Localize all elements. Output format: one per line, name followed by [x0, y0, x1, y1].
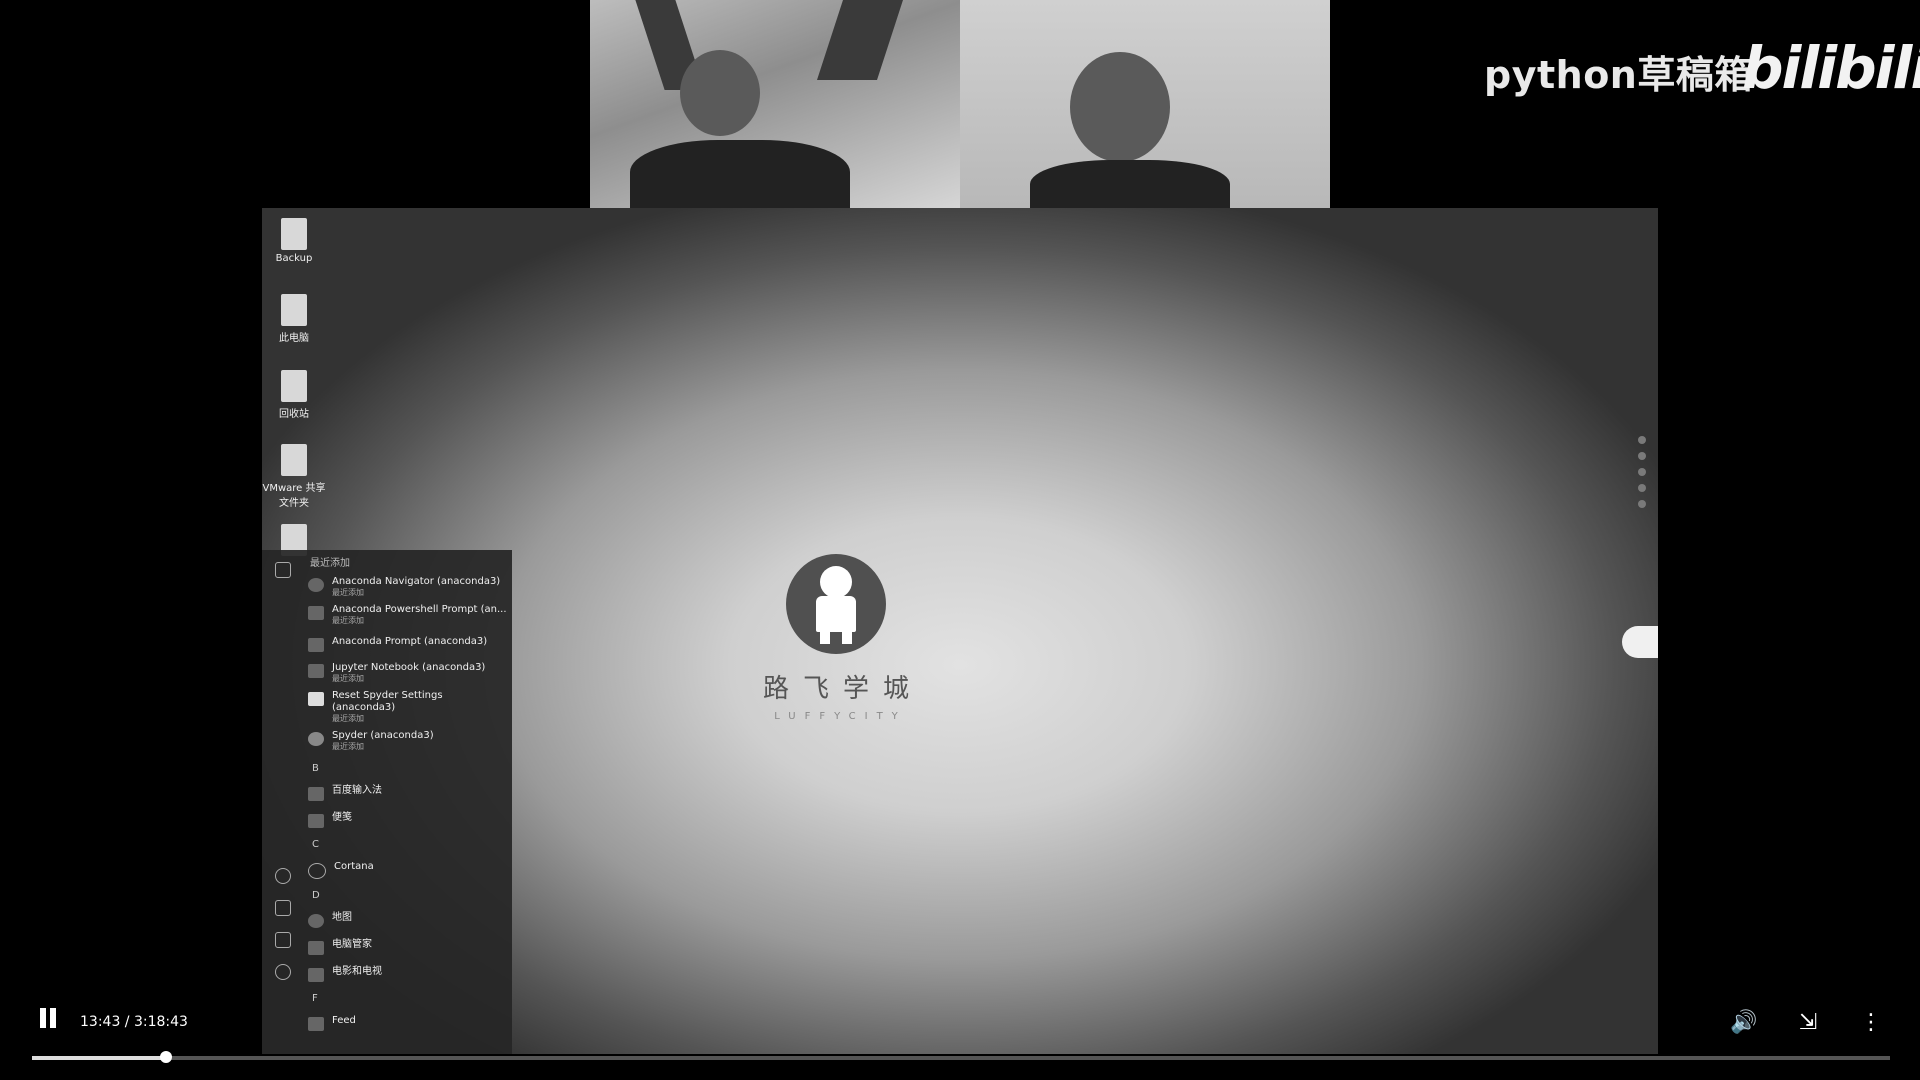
desktop-icon-label: 回收站 [279, 409, 309, 420]
app-sub: 最近添加 [332, 742, 364, 751]
start-menu-rail [262, 550, 302, 1054]
desktop-icon-this-pc[interactable]: 此电脑 [262, 294, 326, 344]
webcam-right [960, 0, 1330, 208]
app-sub: 最近添加 [332, 616, 364, 625]
app-name: Spyder (anaconda3) [332, 730, 434, 741]
desktop-icon-label: 此电脑 [279, 333, 309, 344]
user-avatar-icon[interactable] [275, 868, 291, 884]
person-head [1070, 52, 1170, 162]
tool-icon[interactable] [1638, 484, 1646, 492]
app-name: Reset Spyder Settings (anaconda3) [332, 690, 443, 713]
terminal-icon [308, 638, 324, 652]
recent-header: 最近添加 [310, 558, 350, 569]
list-item[interactable]: 电影和电视 [308, 958, 508, 985]
list-item[interactable]: Anaconda Prompt (anaconda3) [308, 629, 508, 659]
hamburger-icon[interactable] [275, 562, 291, 578]
app-name: Anaconda Powershell Prompt (an... [332, 604, 507, 615]
person-body [1030, 160, 1230, 208]
exit-fullscreen-icon[interactable]: ⇲ [1795, 1010, 1821, 1036]
terminal-icon [308, 606, 324, 620]
progress-bar[interactable] [32, 1051, 1890, 1063]
more-icon[interactable]: ⋮ [1858, 1010, 1884, 1036]
bilibili-logo: bilibili [1742, 34, 1920, 102]
tool-icon[interactable] [1638, 436, 1646, 444]
app-sub: 最近添加 [332, 714, 364, 723]
app-name: 百度输入法 [332, 785, 382, 796]
volume-icon[interactable]: 🔊 [1730, 1010, 1757, 1036]
brand-name-en: LUFFYCITY [774, 711, 907, 722]
desktop-icon-vmware-share[interactable]: VMware 共享文件夹 [262, 444, 326, 509]
group-letter[interactable]: B [308, 755, 508, 782]
person-head [680, 50, 760, 136]
remote-desktop: Backup 此电脑 回收站 VMware 共享文件夹 路飞学城 LUFFYCI… [262, 208, 1658, 1054]
tool-icon[interactable] [1638, 500, 1646, 508]
notebook-icon [308, 664, 324, 678]
webcam-left [590, 0, 960, 208]
luffycity-logo: 路飞学城 LUFFYCITY [746, 554, 926, 722]
tool-icon[interactable] [1638, 452, 1646, 460]
avatar-bubble[interactable] [1622, 626, 1658, 658]
picture-icon[interactable] [275, 932, 291, 948]
app-sub: 最近添加 [332, 674, 364, 683]
luffy-mascot-icon [786, 554, 886, 654]
channel-watermark: python草稿箱 [1484, 53, 1753, 97]
group-letter[interactable]: C [308, 831, 508, 858]
start-menu: 最近添加 Anaconda Navigator (anaconda3) 最近添加… [262, 550, 512, 1054]
brand-name-cn: 路飞学城 [762, 674, 923, 704]
circle-icon [308, 578, 324, 592]
list-item[interactable]: 便笺 [308, 804, 508, 831]
list-item[interactable]: 电脑管家 [308, 931, 508, 958]
person-body [630, 140, 850, 208]
tool-icon[interactable] [1638, 468, 1646, 476]
app-name: Anaconda Navigator (anaconda3) [332, 576, 501, 587]
computer-icon [281, 294, 307, 326]
list-item[interactable]: 百度输入法 [308, 782, 508, 804]
app-name: 电影和电视 [332, 966, 382, 977]
shared-folder-icon [281, 444, 307, 476]
group-letter[interactable]: D [308, 882, 508, 909]
ceiling-beam [817, 0, 903, 80]
desktop-icon-recycle-bin[interactable]: 回收站 [262, 370, 326, 420]
map-icon [308, 914, 324, 928]
app-name: Jupyter Notebook (anaconda3) [332, 662, 486, 673]
app-name: Anaconda Prompt (anaconda3) [332, 636, 488, 647]
app-name: 电脑管家 [332, 939, 372, 950]
film-icon [308, 968, 324, 982]
note-icon [308, 814, 324, 828]
spider-icon [308, 732, 324, 746]
app-name: 地图 [332, 912, 352, 923]
app-sub: 最近添加 [332, 588, 364, 597]
app-name: Cortana [334, 861, 374, 872]
app-list: 最近添加 Anaconda Navigator (anaconda3) 最近添加… [308, 550, 508, 1034]
app-name: 便笺 [332, 812, 352, 823]
settings-icon[interactable] [275, 964, 291, 980]
desktop-icon-label: Backup [275, 253, 313, 264]
list-item[interactable]: Jupyter Notebook (anaconda3) 最近添加 [308, 659, 508, 687]
app-icon [308, 941, 324, 955]
desktop-icon-label: VMware 共享文件夹 [262, 483, 326, 509]
file-icon [308, 692, 324, 706]
pause-icon[interactable] [38, 1008, 58, 1030]
list-item[interactable]: 地图 [308, 909, 508, 931]
progress-knob[interactable] [159, 1051, 172, 1063]
folder-icon [308, 787, 324, 801]
list-item[interactable]: Anaconda Navigator (anaconda3) 最近添加 [308, 573, 508, 601]
progress-fill [32, 1056, 166, 1060]
document-icon[interactable] [275, 900, 291, 916]
recycle-bin-icon [281, 370, 307, 402]
desktop-icon-backup[interactable]: Backup [262, 218, 326, 264]
list-item[interactable]: Spyder (anaconda3) 最近添加 [308, 727, 508, 755]
list-item[interactable]: Anaconda Powershell Prompt (an... 最近添加 [308, 601, 508, 629]
list-item[interactable]: Cortana [308, 858, 508, 882]
list-item[interactable]: Reset Spyder Settings (anaconda3) 最近添加 [308, 687, 508, 727]
video-controls: 13:43 / 3:18:43 🔊 ⇲ ⋮ [0, 990, 1920, 1080]
playback-time: 13:43 / 3:18:43 [80, 1014, 188, 1030]
side-toolbar [1636, 428, 1648, 516]
circle-icon [308, 863, 326, 879]
folder-icon [281, 218, 307, 250]
